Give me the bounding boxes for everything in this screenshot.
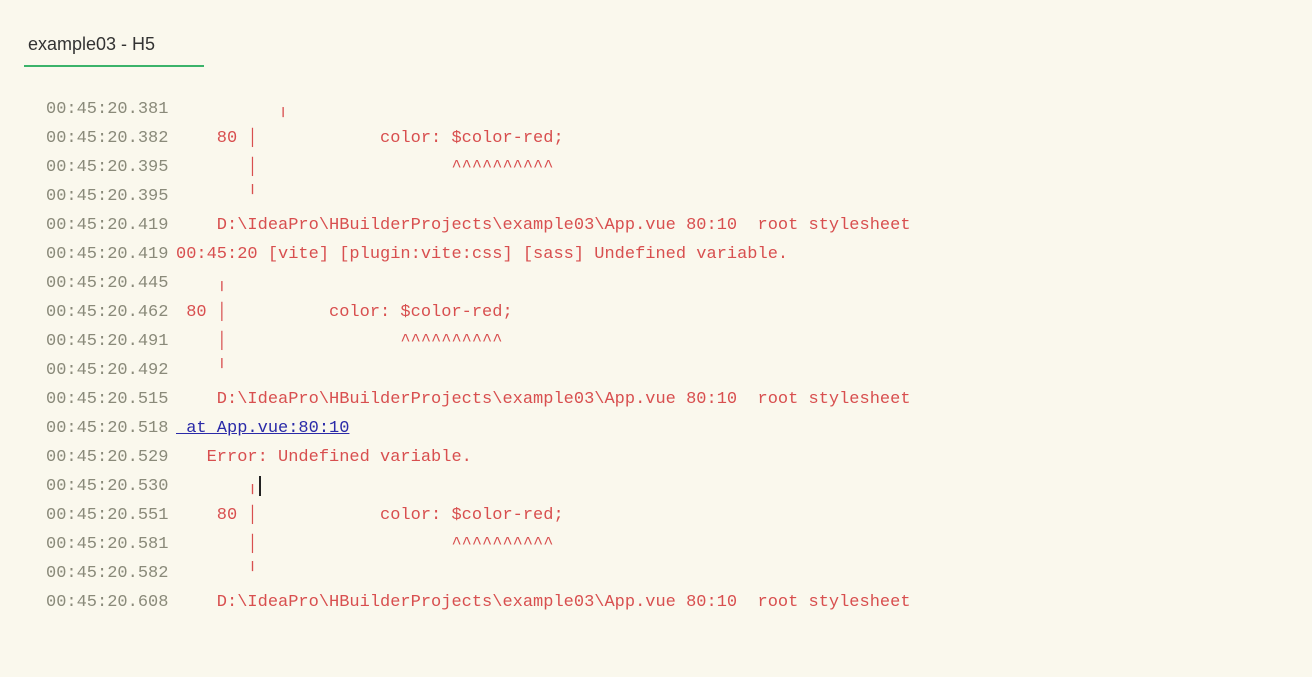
log-timestamp: 00:45:20.518 bbox=[46, 414, 176, 443]
log-message: Error: Undefined variable. bbox=[176, 443, 472, 472]
log-message: 80 │ color: $color-red; bbox=[176, 298, 513, 327]
log-message: 80 │ color: $color-red; bbox=[176, 501, 564, 530]
log-timestamp: 00:45:20.581 bbox=[46, 530, 176, 559]
log-message: │ ^^^^^^^^^^ bbox=[176, 530, 553, 559]
log-message: │ ^^^^^^^^^^ bbox=[176, 327, 502, 356]
console-line: 00:45:20.608 D:\IdeaPro\HBuilderProjects… bbox=[46, 588, 1312, 617]
log-timestamp: 00:45:20.582 bbox=[46, 559, 176, 588]
log-timestamp: 00:45:20.491 bbox=[46, 327, 176, 356]
log-message: 00:45:20 [vite] [plugin:vite:css] [sass]… bbox=[176, 240, 788, 269]
log-timestamp: 00:45:20.462 bbox=[46, 298, 176, 327]
log-timestamp: 00:45:20.529 bbox=[46, 443, 176, 472]
console-line: 00:45:20.582 ╵ bbox=[46, 559, 1312, 588]
text-cursor bbox=[259, 476, 261, 496]
console-line: 00:45:20.530 ╷ bbox=[46, 472, 1312, 501]
log-timestamp: 00:45:20.515 bbox=[46, 385, 176, 414]
log-timestamp: 00:45:20.381 bbox=[46, 95, 176, 124]
log-timestamp: 00:45:20.492 bbox=[46, 356, 176, 385]
console-line: 00:45:20.581 │ ^^^^^^^^^^ bbox=[46, 530, 1312, 559]
log-timestamp: 00:45:20.395 bbox=[46, 153, 176, 182]
log-message: ╵ bbox=[176, 182, 258, 211]
log-timestamp: 00:45:20.551 bbox=[46, 501, 176, 530]
log-message: ╵ bbox=[176, 356, 227, 385]
log-timestamp: 00:45:20.382 bbox=[46, 124, 176, 153]
console-line: 00:45:20.491 │ ^^^^^^^^^^ bbox=[46, 327, 1312, 356]
console-line: 00:45:20.381 ╷ bbox=[46, 95, 1312, 124]
log-source-link[interactable]: at App.vue:80:10 bbox=[176, 414, 349, 443]
log-message: ╷ bbox=[176, 472, 258, 501]
tab-bar: example03 - H5 bbox=[0, 0, 1312, 67]
console-line: 00:45:20.395 ╵ bbox=[46, 182, 1312, 211]
log-message: D:\IdeaPro\HBuilderProjects\example03\Ap… bbox=[176, 385, 911, 414]
log-message: │ ^^^^^^^^^^ bbox=[176, 153, 553, 182]
console-line: 00:45:20.395 │ ^^^^^^^^^^ bbox=[46, 153, 1312, 182]
log-timestamp: 00:45:20.530 bbox=[46, 472, 176, 501]
tab-label: example03 - H5 bbox=[28, 34, 155, 54]
log-message: ╷ bbox=[176, 95, 288, 124]
log-message: D:\IdeaPro\HBuilderProjects\example03\Ap… bbox=[176, 588, 911, 617]
log-message: 80 │ color: $color-red; bbox=[176, 124, 564, 153]
log-message: D:\IdeaPro\HBuilderProjects\example03\Ap… bbox=[176, 211, 911, 240]
console-line: 00:45:20.529 Error: Undefined variable. bbox=[46, 443, 1312, 472]
console-line: 00:45:20.419 D:\IdeaPro\HBuilderProjects… bbox=[46, 211, 1312, 240]
console-line: 00:45:20.445 ╷ bbox=[46, 269, 1312, 298]
console-line: 00:45:20.551 80 │ color: $color-red; bbox=[46, 501, 1312, 530]
console-line: 00:45:20.518 at App.vue:80:10 bbox=[46, 414, 1312, 443]
console-line: 00:45:20.382 80 │ color: $color-red; bbox=[46, 124, 1312, 153]
console-line: 00:45:20.515 D:\IdeaPro\HBuilderProjects… bbox=[46, 385, 1312, 414]
console-line: 00:45:20.492 ╵ bbox=[46, 356, 1312, 385]
log-timestamp: 00:45:20.395 bbox=[46, 182, 176, 211]
console-line: 00:45:20.41900:45:20 [vite] [plugin:vite… bbox=[46, 240, 1312, 269]
log-message: ╵ bbox=[176, 559, 258, 588]
log-timestamp: 00:45:20.419 bbox=[46, 240, 176, 269]
console-line: 00:45:20.462 80 │ color: $color-red; bbox=[46, 298, 1312, 327]
log-timestamp: 00:45:20.608 bbox=[46, 588, 176, 617]
log-message: ╷ bbox=[176, 269, 227, 298]
log-timestamp: 00:45:20.419 bbox=[46, 211, 176, 240]
tab-example03-h5[interactable]: example03 - H5 bbox=[24, 28, 204, 67]
console-output[interactable]: 00:45:20.381 ╷00:45:20.382 80 │ color: $… bbox=[0, 67, 1312, 617]
log-timestamp: 00:45:20.445 bbox=[46, 269, 176, 298]
